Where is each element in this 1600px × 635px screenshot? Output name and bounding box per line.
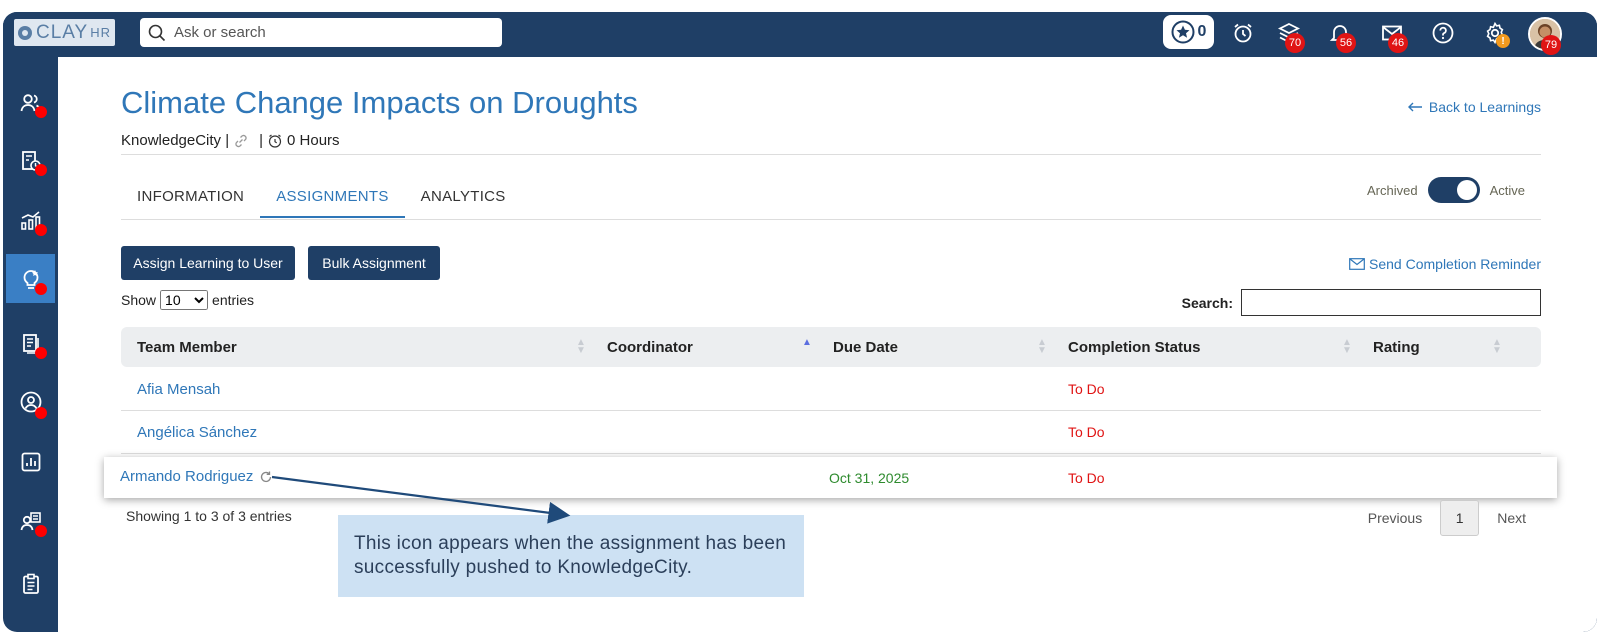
- settings-badge: !: [1496, 34, 1510, 48]
- bell-icon[interactable]: 56: [1328, 21, 1356, 53]
- points-count: 0: [1197, 23, 1207, 40]
- sidebar-item-performance[interactable]: [6, 196, 55, 245]
- global-search[interactable]: [140, 18, 502, 47]
- profile-badge: 79: [1541, 35, 1561, 55]
- messages-badge: 46: [1388, 33, 1408, 53]
- learning-badge: 70: [1285, 33, 1305, 53]
- points-button[interactable]: 0: [1163, 15, 1214, 49]
- sidebar-alert-dot: [35, 525, 47, 537]
- sidebar: [3, 57, 58, 632]
- clipboard-icon: [22, 573, 39, 594]
- star-icon: [1171, 20, 1195, 44]
- help-icon[interactable]: [1431, 21, 1455, 45]
- clayhr-logo[interactable]: CLAY HR: [14, 19, 115, 46]
- sidebar-item-learning[interactable]: [6, 254, 55, 303]
- learning-stack-icon[interactable]: 70: [1277, 21, 1305, 53]
- sidebar-item-people[interactable]: [6, 78, 55, 127]
- sidebar-alert-dot: [35, 106, 47, 118]
- global-search-input[interactable]: [174, 24, 474, 41]
- logo-text: CLAY: [36, 21, 89, 43]
- main-content: Climate Change Impacts on Droughts Knowl…: [58, 57, 1597, 632]
- sidebar-item-documents[interactable]: [6, 319, 55, 368]
- report-chart-icon: [21, 452, 40, 471]
- sidebar-item-payroll[interactable]: [6, 136, 55, 185]
- sidebar-item-tasks[interactable]: [6, 559, 55, 608]
- sidebar-alert-dot: [35, 224, 47, 236]
- notifications-badge: 56: [1336, 33, 1356, 53]
- logo-suffix: HR: [90, 25, 112, 40]
- app-window: CLAY HR 0 70 56 46 !: [3, 12, 1597, 632]
- alarm-clock-icon[interactable]: [1231, 21, 1255, 45]
- annotation-arrow: [271, 475, 571, 524]
- mail-icon[interactable]: 46: [1380, 21, 1408, 53]
- sidebar-alert-dot: [35, 347, 47, 359]
- sidebar-item-recruiting[interactable]: [6, 497, 55, 546]
- sidebar-alert-dot: [35, 164, 47, 176]
- search-icon: [148, 24, 166, 41]
- sidebar-alert-dot: [35, 283, 47, 295]
- sidebar-item-reports[interactable]: [6, 437, 55, 486]
- sidebar-item-profile[interactable]: [6, 377, 55, 426]
- top-bar: CLAY HR 0 70 56 46 !: [3, 12, 1597, 57]
- sidebar-alert-dot: [35, 407, 47, 419]
- logo-mark-icon: [18, 25, 32, 40]
- settings-gear-icon[interactable]: !: [1483, 21, 1510, 48]
